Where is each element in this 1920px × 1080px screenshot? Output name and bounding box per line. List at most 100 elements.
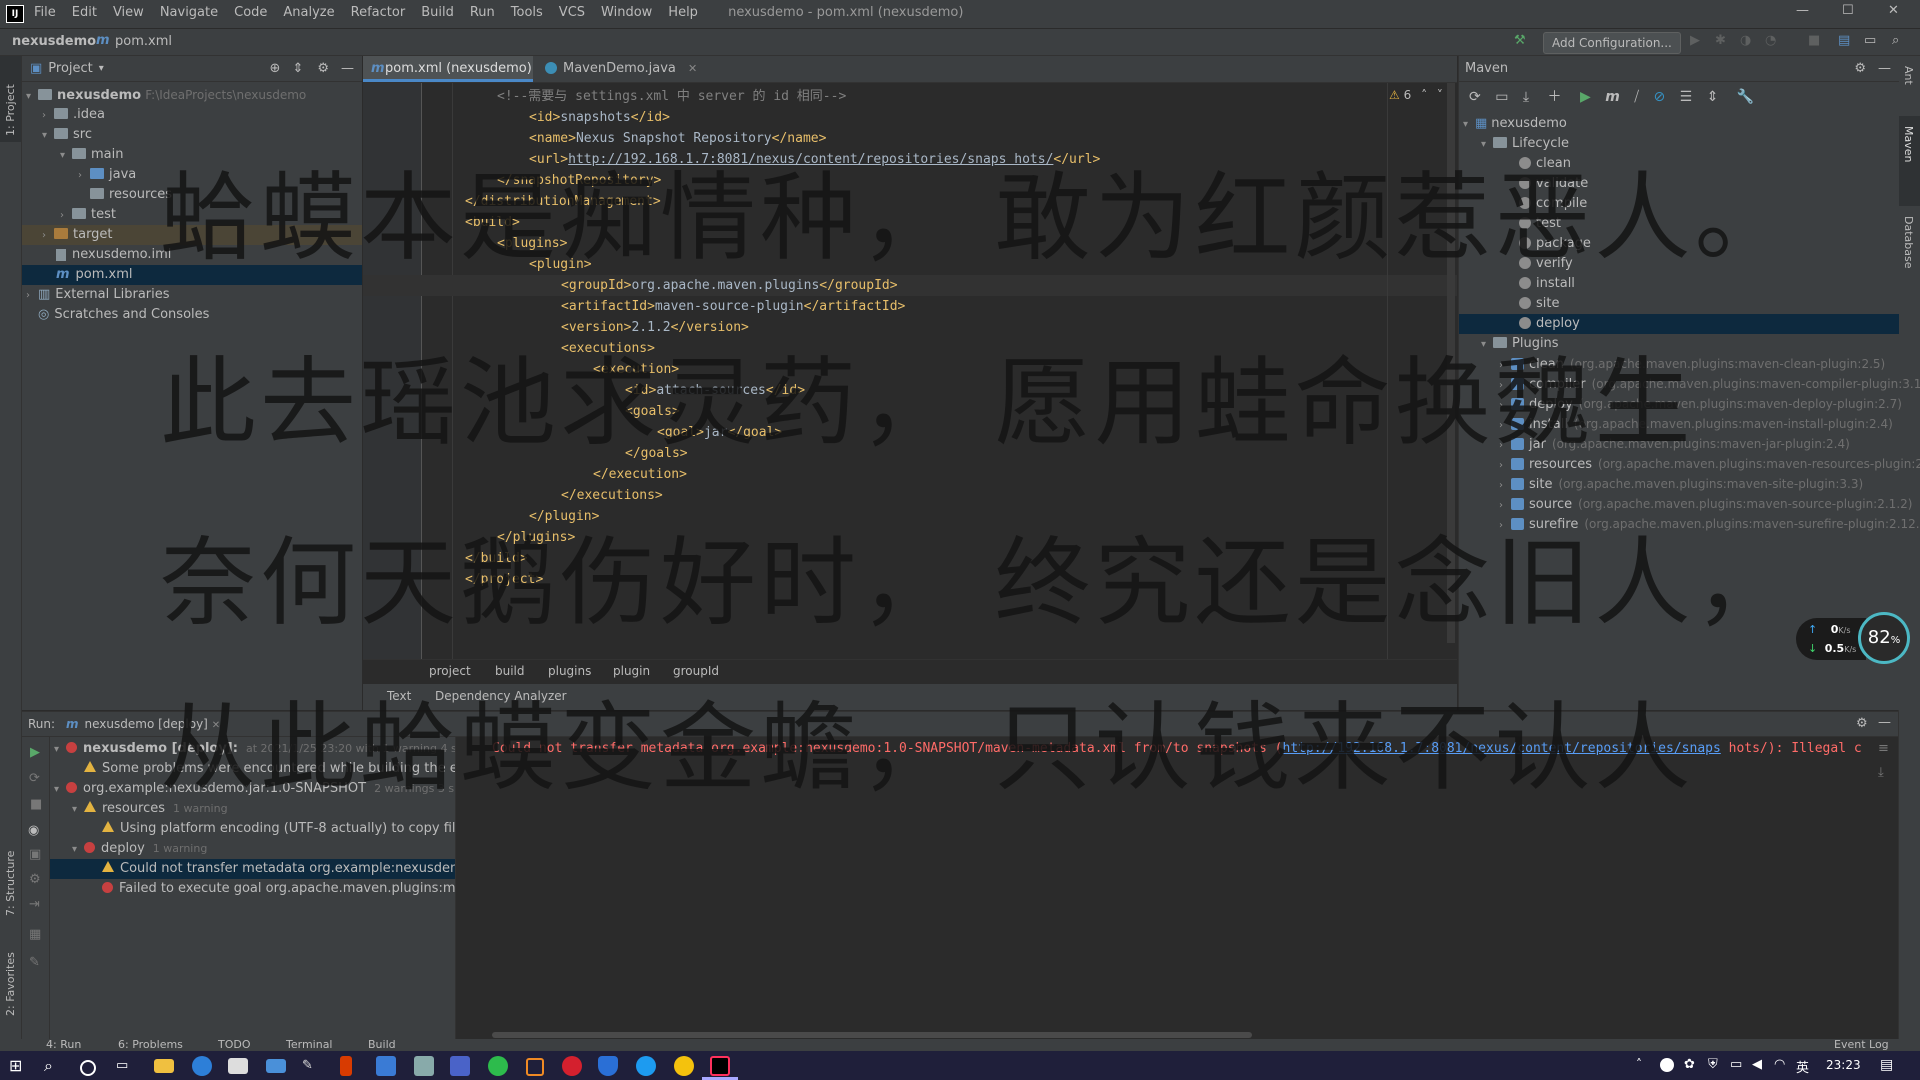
profile-icon[interactable]: ◔ (1765, 33, 1776, 48)
tree-item-scratches[interactable]: ◎ Scratches and Consoles (38, 305, 209, 325)
chevron-right-icon[interactable]: › (78, 166, 90, 186)
database-tool-label[interactable]: Database (1902, 216, 1915, 269)
add-configuration-button[interactable]: Add Configuration... (1543, 32, 1681, 54)
close-button[interactable]: ✕ (1888, 3, 1908, 18)
minimize-button[interactable]: — (1796, 3, 1816, 18)
chrome-icon[interactable] (674, 1056, 694, 1076)
rerun-failed-icon[interactable]: ⟳ (29, 771, 40, 786)
menu-vcs[interactable]: VCS (559, 5, 585, 20)
hide-panel-icon[interactable]: — (1878, 61, 1891, 76)
structure-tool-label[interactable]: 7: Structure (4, 851, 17, 916)
clock[interactable]: 23:23 (1826, 1058, 1861, 1072)
windows-start-icon[interactable]: ⊞ (9, 1056, 29, 1076)
stop-icon[interactable]: ■ (1808, 33, 1820, 48)
search-icon[interactable]: ⌕ (44, 1056, 64, 1076)
tree-item-main[interactable]: ▾ main (60, 145, 123, 165)
eye-icon[interactable]: ◉ (28, 823, 39, 838)
remote-desktop-icon[interactable] (414, 1056, 434, 1076)
run-tree-item[interactable]: ▾ deploy 1 warning (72, 839, 207, 859)
tool-terminal[interactable]: Terminal (286, 1039, 333, 1051)
menu-navigate[interactable]: Navigate (160, 5, 218, 20)
wrench-icon[interactable]: 🔧 (1737, 89, 1754, 105)
menu-help[interactable]: Help (668, 5, 698, 20)
menu-code[interactable]: Code (234, 5, 267, 20)
chevron-down-icon[interactable]: ▾ (99, 63, 104, 74)
tray-battery-icon[interactable]: ▭ (1730, 1057, 1742, 1072)
task-view-icon[interactable]: ▭ (116, 1056, 136, 1076)
menu-tools[interactable]: Tools (511, 5, 543, 20)
chevron-down-icon[interactable]: ▾ (60, 146, 72, 166)
favorites-tool-label[interactable]: 2: Favorites (4, 952, 17, 1016)
tab-mavendemo-java[interactable]: MavenDemo.java ✕ (541, 56, 703, 82)
lifecycle-goal-site[interactable]: site (1519, 294, 1559, 314)
menu-run[interactable]: Run (470, 5, 495, 20)
download-icon[interactable]: ⤓ (1523, 89, 1529, 105)
toggle-offline-icon[interactable]: ⧸ (1634, 89, 1639, 105)
file-explorer-icon[interactable] (154, 1059, 174, 1073)
store-icon[interactable] (228, 1058, 248, 1074)
chevron-down-icon[interactable]: ▾ (72, 800, 84, 820)
rerun-icon[interactable]: ▶ (30, 745, 40, 760)
scroll-to-end-icon[interactable]: ⤓ (1878, 765, 1884, 780)
chevron-down-icon[interactable]: ▾ (72, 840, 84, 860)
run-tree-item[interactable]: Using platform encoding (UTF-8 actually)… (102, 819, 455, 839)
chevron-down-icon[interactable]: ▾ (54, 780, 66, 800)
shield-icon[interactable] (598, 1056, 618, 1076)
hide-panel-icon[interactable]: — (341, 61, 354, 76)
tray-volume-icon[interactable]: ◀ (1752, 1057, 1762, 1072)
stop-icon[interactable]: ■ (30, 797, 42, 812)
chevron-right-icon[interactable]: › (1499, 476, 1511, 496)
chevron-down-icon[interactable]: ▾ (54, 740, 66, 760)
tree-item-src[interactable]: ▾ src (42, 125, 92, 145)
tool-run[interactable]: 4: Run (46, 1039, 81, 1051)
tray-icon-2[interactable]: ✿ (1684, 1057, 1695, 1072)
chevron-up-icon[interactable]: ˄ (1421, 88, 1427, 102)
run-tree-item[interactable]: Could not transfer metadata org.example:… (50, 859, 455, 879)
build-hammer-icon[interactable]: ⚒ (1514, 33, 1526, 48)
close-tab-icon[interactable]: ✕ (688, 62, 697, 75)
pin-icon[interactable]: ✎ (29, 955, 40, 970)
app-icon-blue[interactable] (376, 1056, 396, 1076)
tree-item-iml[interactable]: nexusdemo.iml (56, 245, 171, 265)
chevron-right-icon[interactable]: › (60, 206, 72, 226)
app-icon-orange[interactable] (526, 1058, 544, 1076)
chevron-down-icon[interactable]: ▾ (26, 87, 38, 107)
tree-item-java[interactable]: › java (78, 165, 136, 185)
tray-shield-icon[interactable]: ⛨ (1708, 1057, 1718, 1072)
run-icon[interactable]: ▶ (1690, 33, 1700, 48)
settings-gear-icon[interactable]: ⚙ (317, 61, 329, 76)
tool-build[interactable]: Build (368, 1039, 396, 1051)
maven-goal-icon[interactable]: m (1605, 89, 1620, 105)
office-icon[interactable] (340, 1056, 352, 1076)
project-tool-label[interactable]: 1: Project (4, 84, 17, 136)
layout-grid-icon[interactable]: ▦ (29, 927, 41, 942)
code-line[interactable]: <!--需要与 settings.xml 中 server 的 id 相同--> (497, 86, 846, 107)
camera-icon[interactable]: ▣ (29, 847, 41, 862)
notification-icon[interactable]: ▤ (1880, 1057, 1893, 1073)
code-line[interactable]: <artifactId>maven-source-plugin</artifac… (561, 296, 905, 317)
plugin-site[interactable]: › site (org.apache.maven.plugins:maven-sit… (1499, 474, 1863, 494)
pen-icon[interactable]: ✎ (302, 1056, 322, 1076)
maven-tool-label[interactable]: Maven (1902, 126, 1915, 162)
hide-panel-icon[interactable]: — (1878, 715, 1891, 730)
show-dependencies-icon[interactable]: ☰ (1680, 89, 1693, 105)
tray-icon-1[interactable] (1660, 1058, 1674, 1072)
coverage-icon[interactable]: ◑ (1740, 33, 1751, 48)
cortana-icon[interactable] (80, 1060, 96, 1076)
code-line[interactable]: </execution> (593, 464, 687, 485)
tab-pom-xml[interactable]: m pom.xml (nexusdemo) ✕ (363, 56, 533, 101)
project-structure-icon[interactable]: ▤ (1838, 33, 1850, 48)
generate-sources-icon[interactable]: ▭ (1495, 89, 1508, 105)
menu-edit[interactable]: Edit (72, 5, 97, 20)
soft-wrap-icon[interactable]: ≡ (1878, 741, 1889, 756)
chevron-right-icon[interactable]: › (42, 226, 54, 246)
tray-wifi-icon[interactable]: ◠ (1774, 1057, 1785, 1072)
wechat-icon[interactable] (488, 1056, 508, 1076)
chevron-down-icon[interactable]: ▾ (42, 126, 54, 146)
settings-gear-icon[interactable]: ⚙ (1854, 61, 1866, 76)
skip-tests-icon[interactable]: ⊘ (1653, 89, 1665, 105)
chevron-right-icon[interactable]: › (42, 106, 54, 126)
inspection-widget[interactable]: ⚠ 6 ˄ ˅ (1389, 88, 1443, 102)
intellij-taskbar-icon[interactable] (710, 1056, 730, 1076)
code-line[interactable]: <id>snapshots</id> (529, 107, 670, 128)
